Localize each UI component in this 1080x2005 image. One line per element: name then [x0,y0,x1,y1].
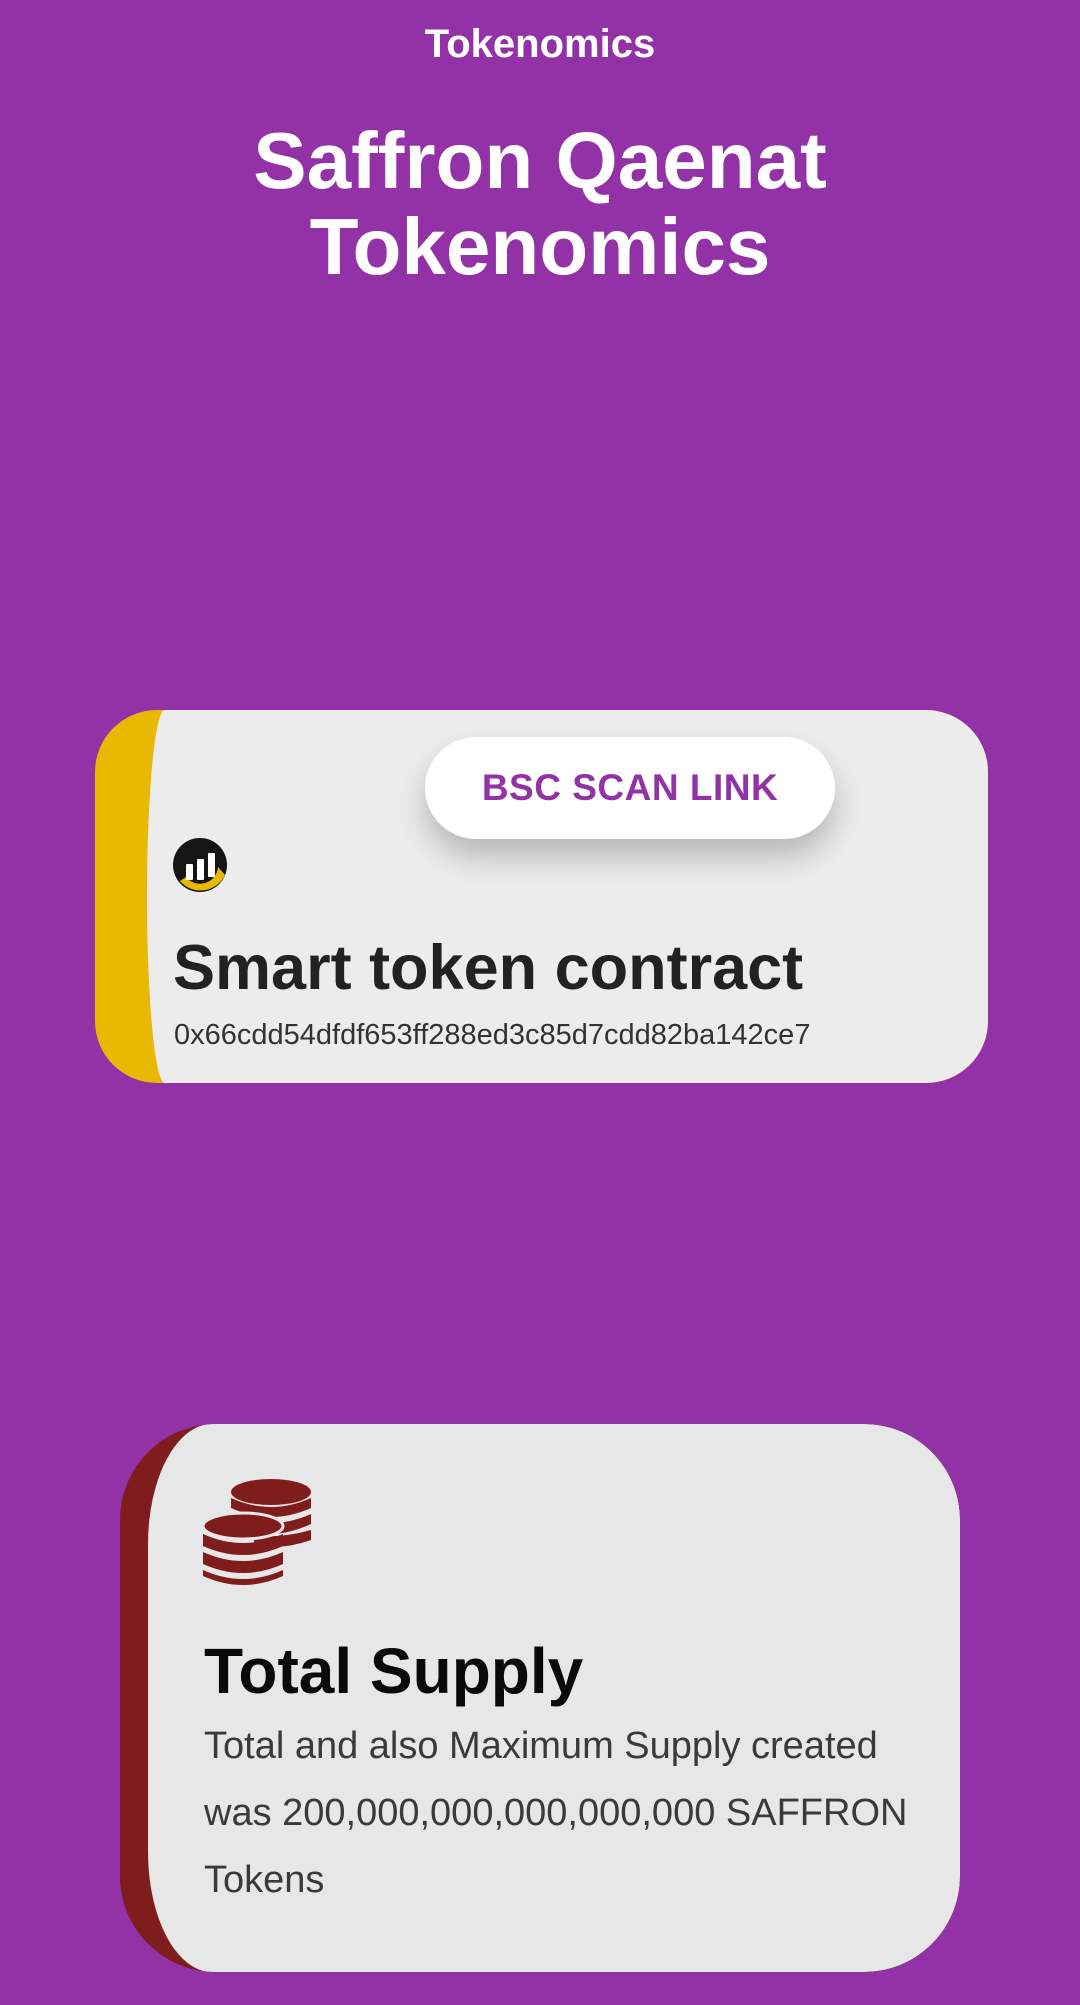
coins-stack-icon [203,1479,311,1585]
supply-description: Total and also Maximum Supply created wa… [204,1725,908,1901]
contract-address: 0x66cdd54dfdf653ff288ed3c85d7cdd82ba142c… [174,1019,811,1051]
bsc-scan-link-button[interactable]: BSC SCAN LINK [425,737,835,839]
chart-bars-icon [173,838,227,892]
supply-title: Total Supply [204,1635,584,1707]
section-label: Tokenomics [424,22,656,66]
page-title-line-1: Saffron Qaenat [253,116,827,205]
contract-title: Smart token contract [173,933,804,1003]
page-title: Saffron Qaenat Tokenomics [0,118,1080,290]
page-title-line-2: Tokenomics [309,202,771,291]
